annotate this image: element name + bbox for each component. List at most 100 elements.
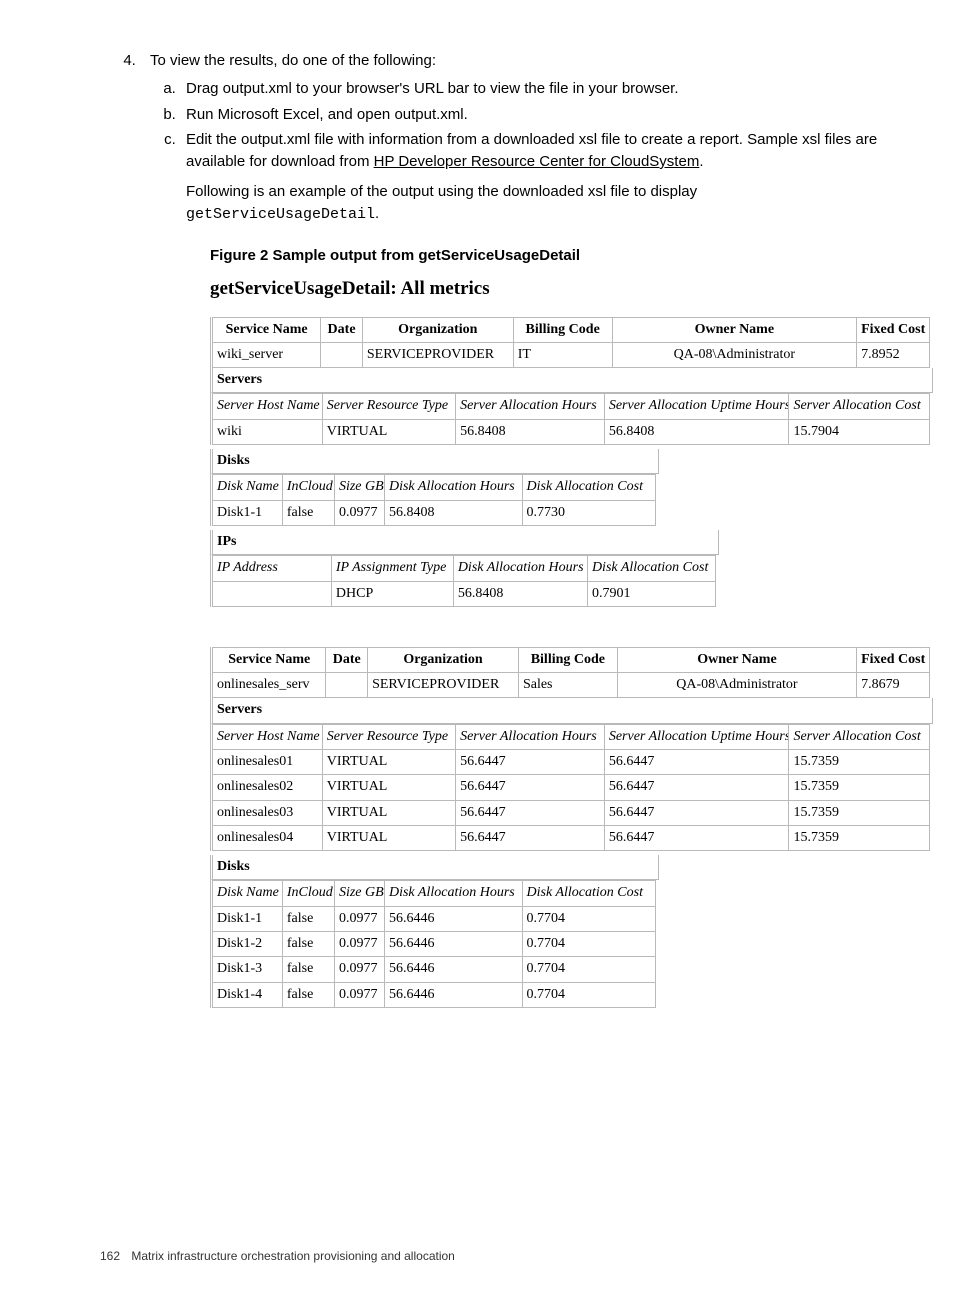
svc-owner: QA-08\Administrator — [612, 342, 857, 367]
table-row: onlinesales03VIRTUAL56.644756.644715.735… — [212, 800, 930, 825]
srv-hours: 56.6447 — [456, 750, 605, 775]
dsk-name: Disk1-1 — [212, 500, 283, 525]
dsk-name: Disk1-2 — [212, 932, 283, 957]
svc-name: wiki_server — [212, 342, 321, 367]
ips-subhead-1: IPs — [210, 530, 719, 555]
figure-caption: Figure 2 Sample output from getServiceUs… — [210, 245, 894, 267]
dsk-hours: 56.6446 — [384, 957, 522, 982]
dsk-cost: 0.7730 — [522, 500, 655, 525]
dsk-cost: 0.7704 — [522, 957, 655, 982]
svc-cost: 7.8679 — [857, 673, 930, 698]
srv-h-type: Server Resource Type — [322, 394, 455, 419]
srv-cost: 15.7359 — [789, 775, 930, 800]
following-text: Following is an example of the output us… — [186, 183, 697, 200]
srv-h-uptime: Server Allocation Uptime Hours — [604, 394, 789, 419]
dsk-size: 0.0977 — [334, 982, 384, 1007]
step-4b: Run Microsoft Excel, and open output.xml… — [180, 104, 894, 126]
footer-title: Matrix infrastructure orchestration prov… — [131, 1249, 455, 1263]
svc-date — [321, 342, 363, 367]
srv-h-uptime: Server Allocation Uptime Hours — [604, 724, 789, 749]
disks-subhead-2: Disks — [210, 855, 659, 880]
svc-h-bill: Billing Code — [513, 317, 612, 342]
dsk-h-cost: Disk Allocation Cost — [522, 881, 655, 906]
step-4a: Drag output.xml to your browser's URL ba… — [180, 78, 894, 100]
following-code: getServiceUsageDetail — [186, 206, 375, 223]
ip-h-hours: Disk Allocation Hours — [453, 556, 587, 581]
table-row: onlinesales02VIRTUAL56.644756.644715.735… — [212, 775, 930, 800]
dsk-incloud: false — [282, 957, 334, 982]
hp-dev-link[interactable]: HP Developer Resource Center for CloudSy… — [374, 153, 700, 170]
svc-bill: IT — [513, 342, 612, 367]
ip-hours: 56.8408 — [453, 581, 587, 606]
disks-table-2: Disk Name InCloud Size GB Disk Allocatio… — [210, 880, 656, 1007]
table-row: wiki_server SERVICEPROVIDER IT QA-08\Adm… — [212, 342, 930, 367]
srv-host: onlinesales04 — [212, 825, 323, 850]
svc-h-org: Organization — [368, 647, 519, 672]
srv-h-type: Server Resource Type — [322, 724, 455, 749]
dsk-h-name: Disk Name — [212, 475, 283, 500]
section-title: getServiceUsageDetail: All metrics — [210, 275, 894, 303]
srv-type: VIRTUAL — [322, 750, 455, 775]
dsk-incloud: false — [282, 982, 334, 1007]
srv-h-host: Server Host Name — [212, 394, 323, 419]
srv-uptime: 56.6447 — [604, 750, 789, 775]
service-table-2: Service Name Date Organization Billing C… — [210, 647, 930, 699]
svc-h-owner: Owner Name — [612, 317, 857, 342]
dsk-incloud: false — [282, 500, 334, 525]
srv-h-hours: Server Allocation Hours — [456, 394, 605, 419]
report-block-2: Service Name Date Organization Billing C… — [210, 647, 894, 1008]
ip-h-cost: Disk Allocation Cost — [587, 556, 715, 581]
dsk-h-cost: Disk Allocation Cost — [522, 475, 655, 500]
svc-owner: QA-08\Administrator — [617, 673, 856, 698]
page-number: 162 — [100, 1248, 128, 1265]
srv-uptime: 56.6447 — [604, 825, 789, 850]
ip-type: DHCP — [331, 581, 453, 606]
step-4: To view the results, do one of the follo… — [140, 50, 894, 225]
svc-date — [326, 673, 368, 698]
dsk-size: 0.0977 — [334, 500, 384, 525]
srv-h-hours: Server Allocation Hours — [456, 724, 605, 749]
svc-name: onlinesales_serv — [212, 673, 326, 698]
svc-org: SERVICEPROVIDER — [368, 673, 519, 698]
dsk-h-name: Disk Name — [212, 881, 283, 906]
srv-h-cost: Server Allocation Cost — [789, 724, 930, 749]
srv-hours: 56.6447 — [456, 825, 605, 850]
dsk-name: Disk1-4 — [212, 982, 283, 1007]
svc-h-date: Date — [326, 647, 368, 672]
dsk-name: Disk1-3 — [212, 957, 283, 982]
svc-h-name: Service Name — [212, 647, 326, 672]
srv-hours: 56.6447 — [456, 775, 605, 800]
srv-uptime: 56.8408 — [604, 419, 789, 444]
dsk-cost: 0.7704 — [522, 982, 655, 1007]
dsk-name: Disk1-1 — [212, 906, 283, 931]
svc-h-bill: Billing Code — [518, 647, 617, 672]
dsk-hours: 56.6446 — [384, 932, 522, 957]
srv-uptime: 56.6447 — [604, 775, 789, 800]
step-4c: Edit the output.xml file with informatio… — [180, 129, 894, 225]
table-row: onlinesales01VIRTUAL56.644756.644715.735… — [212, 750, 930, 775]
servers-subhead-1: Servers — [210, 368, 933, 393]
ip-addr — [212, 581, 332, 606]
srv-h-cost: Server Allocation Cost — [789, 394, 930, 419]
dsk-hours: 56.6446 — [384, 906, 522, 931]
table-row: Disk1-4false0.097756.64460.7704 — [212, 982, 656, 1007]
svc-h-cost: Fixed Cost — [857, 317, 930, 342]
servers-table-1: Server Host Name Server Resource Type Se… — [210, 393, 930, 445]
service-table-1: Service Name Date Organization Billing C… — [210, 317, 930, 369]
step-4c-following: Following is an example of the output us… — [186, 181, 894, 226]
table-row: Disk1-3false0.097756.64460.7704 — [212, 957, 656, 982]
svc-h-org: Organization — [362, 317, 513, 342]
svc-bill: Sales — [518, 673, 617, 698]
svc-cost: 7.8952 — [857, 342, 930, 367]
dsk-cost: 0.7704 — [522, 906, 655, 931]
srv-host: onlinesales03 — [212, 800, 323, 825]
step-4-intro: To view the results, do one of the follo… — [150, 52, 436, 69]
srv-cost: 15.7359 — [789, 750, 930, 775]
srv-host: onlinesales02 — [212, 775, 323, 800]
ips-table-1: IP Address IP Assignment Type Disk Alloc… — [210, 555, 716, 607]
dsk-incloud: false — [282, 932, 334, 957]
disks-table-1: Disk Name InCloud Size GB Disk Allocatio… — [210, 474, 656, 526]
dsk-size: 0.0977 — [334, 906, 384, 931]
srv-host: onlinesales01 — [212, 750, 323, 775]
dsk-hours: 56.6446 — [384, 982, 522, 1007]
